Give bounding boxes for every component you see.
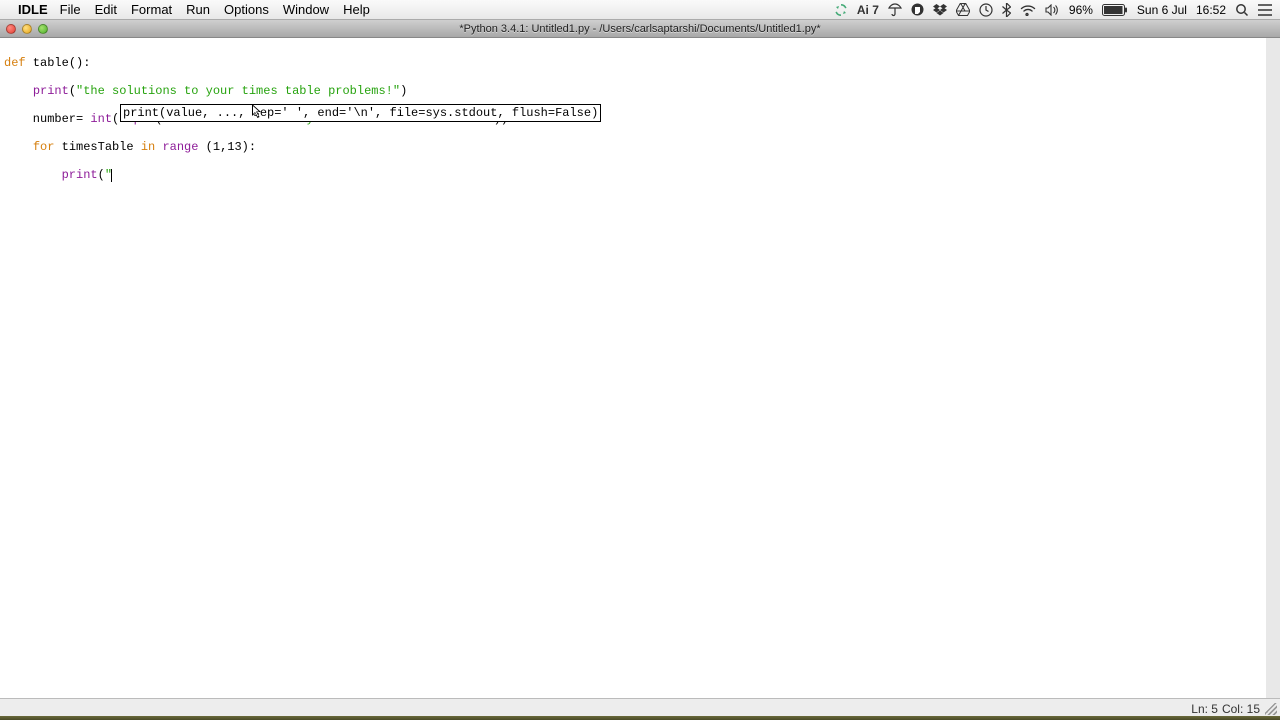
menubar-time[interactable]: 16:52 <box>1196 3 1226 17</box>
menu-format[interactable]: Format <box>131 2 172 17</box>
menubar-date[interactable]: Sun 6 Jul <box>1137 3 1187 17</box>
code-line-2[interactable]: print("the solutions to your times table… <box>4 84 1264 98</box>
window-title: *Python 3.4.1: Untitled1.py - /Users/car… <box>0 23 1280 35</box>
sync-icon[interactable] <box>834 3 848 17</box>
macos-menubar: IDLE File Edit Format Run Options Window… <box>0 0 1280 20</box>
app-menu[interactable]: IDLE <box>18 2 48 17</box>
menu-run[interactable]: Run <box>186 2 210 17</box>
menu-options[interactable]: Options <box>224 2 269 17</box>
editor-statusbar: Ln: 5 Col: 15 <box>0 698 1280 718</box>
code-line-5[interactable]: print(" <box>4 168 1264 182</box>
code-editor[interactable]: def table(): print("the solutions to you… <box>0 38 1280 698</box>
evernote-icon[interactable] <box>911 3 924 16</box>
battery-percent: 96% <box>1069 3 1093 17</box>
bluetooth-icon[interactable] <box>1002 3 1011 17</box>
wifi-icon[interactable] <box>1020 4 1036 16</box>
menu-window[interactable]: Window <box>283 2 329 17</box>
status-column: Col: 15 <box>1222 702 1260 716</box>
time-machine-icon[interactable] <box>979 3 993 17</box>
dropbox-icon[interactable] <box>933 4 947 16</box>
window-titlebar[interactable]: *Python 3.4.1: Untitled1.py - /Users/car… <box>0 20 1280 38</box>
spotlight-icon[interactable] <box>1235 3 1249 17</box>
code-line-1[interactable]: def table(): <box>4 56 1264 70</box>
google-drive-icon[interactable] <box>956 3 970 16</box>
volume-icon[interactable] <box>1045 4 1060 16</box>
dock-edge <box>0 716 1280 720</box>
menu-help[interactable]: Help <box>343 2 370 17</box>
calltip-tooltip: print(value, ..., sep=' ', end='\n', fil… <box>120 104 601 122</box>
menu-edit[interactable]: Edit <box>95 2 117 17</box>
notification-center-icon[interactable] <box>1258 4 1272 16</box>
code-line-4[interactable]: for timesTable in range (1,13): <box>4 140 1264 154</box>
menu-file[interactable]: File <box>60 2 81 17</box>
status-line: Ln: 5 <box>1191 702 1218 716</box>
resize-grip[interactable] <box>1265 703 1277 715</box>
battery-icon[interactable] <box>1102 4 1128 16</box>
menubar-status-area: Ai 7 96% Sun 6 Jul 16:52 <box>834 3 1272 17</box>
umbrella-icon[interactable] <box>888 3 902 17</box>
adobe-illustrator-status[interactable]: Ai 7 <box>857 3 879 17</box>
text-cursor <box>111 169 112 182</box>
